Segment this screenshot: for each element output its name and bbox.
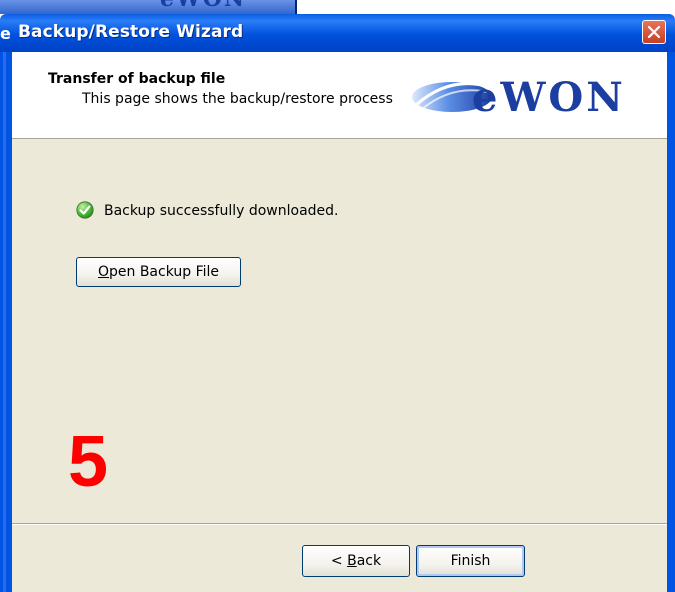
wizard-header: Transfer of backup file This page shows … <box>12 52 667 139</box>
wizard-titlebar[interactable]: e Backup/Restore Wizard <box>0 14 675 52</box>
window-frame-left <box>0 52 12 592</box>
finish-button-label: Finish <box>450 553 491 569</box>
window-frame-left-highlight <box>3 52 6 592</box>
window-title: Backup/Restore Wizard <box>18 22 244 42</box>
back-button-mnemonic: B <box>347 553 357 569</box>
back-button-label: ack <box>356 553 382 569</box>
back-button-prefix: < <box>330 553 348 569</box>
close-icon <box>647 25 661 39</box>
open-button-label: pen Backup File <box>109 264 220 280</box>
ewon-logo: eWON <box>410 71 640 121</box>
status-message: Backup successfully downloaded. <box>104 203 339 219</box>
ewon-logo-icon: eWON <box>412 74 626 121</box>
checkmark-circle-icon <box>76 201 94 219</box>
backup-restore-wizard: e Backup/Restore Wizard Transfer of back… <box>0 14 675 592</box>
open-button-mnemonic: O <box>97 264 109 280</box>
step-annotation: 5 <box>68 422 109 502</box>
background-logo: eWON <box>160 0 265 14</box>
close-button[interactable] <box>642 20 666 44</box>
window-frame-right <box>667 52 675 592</box>
background-divider <box>295 0 297 12</box>
back-button[interactable]: < Back <box>302 545 410 577</box>
finish-button[interactable]: Finish <box>416 545 525 577</box>
page-title: Transfer of backup file <box>48 71 226 87</box>
ewon-logo-text: eWON <box>472 74 626 119</box>
open-backup-file-button[interactable]: Open Backup File <box>76 257 241 287</box>
footer-separator <box>12 523 667 525</box>
wizard-client-area: Transfer of backup file This page shows … <box>12 52 667 592</box>
background-title-fragment: e <box>0 24 11 43</box>
page-subtitle: This page shows the backup/restore proce… <box>82 91 393 107</box>
